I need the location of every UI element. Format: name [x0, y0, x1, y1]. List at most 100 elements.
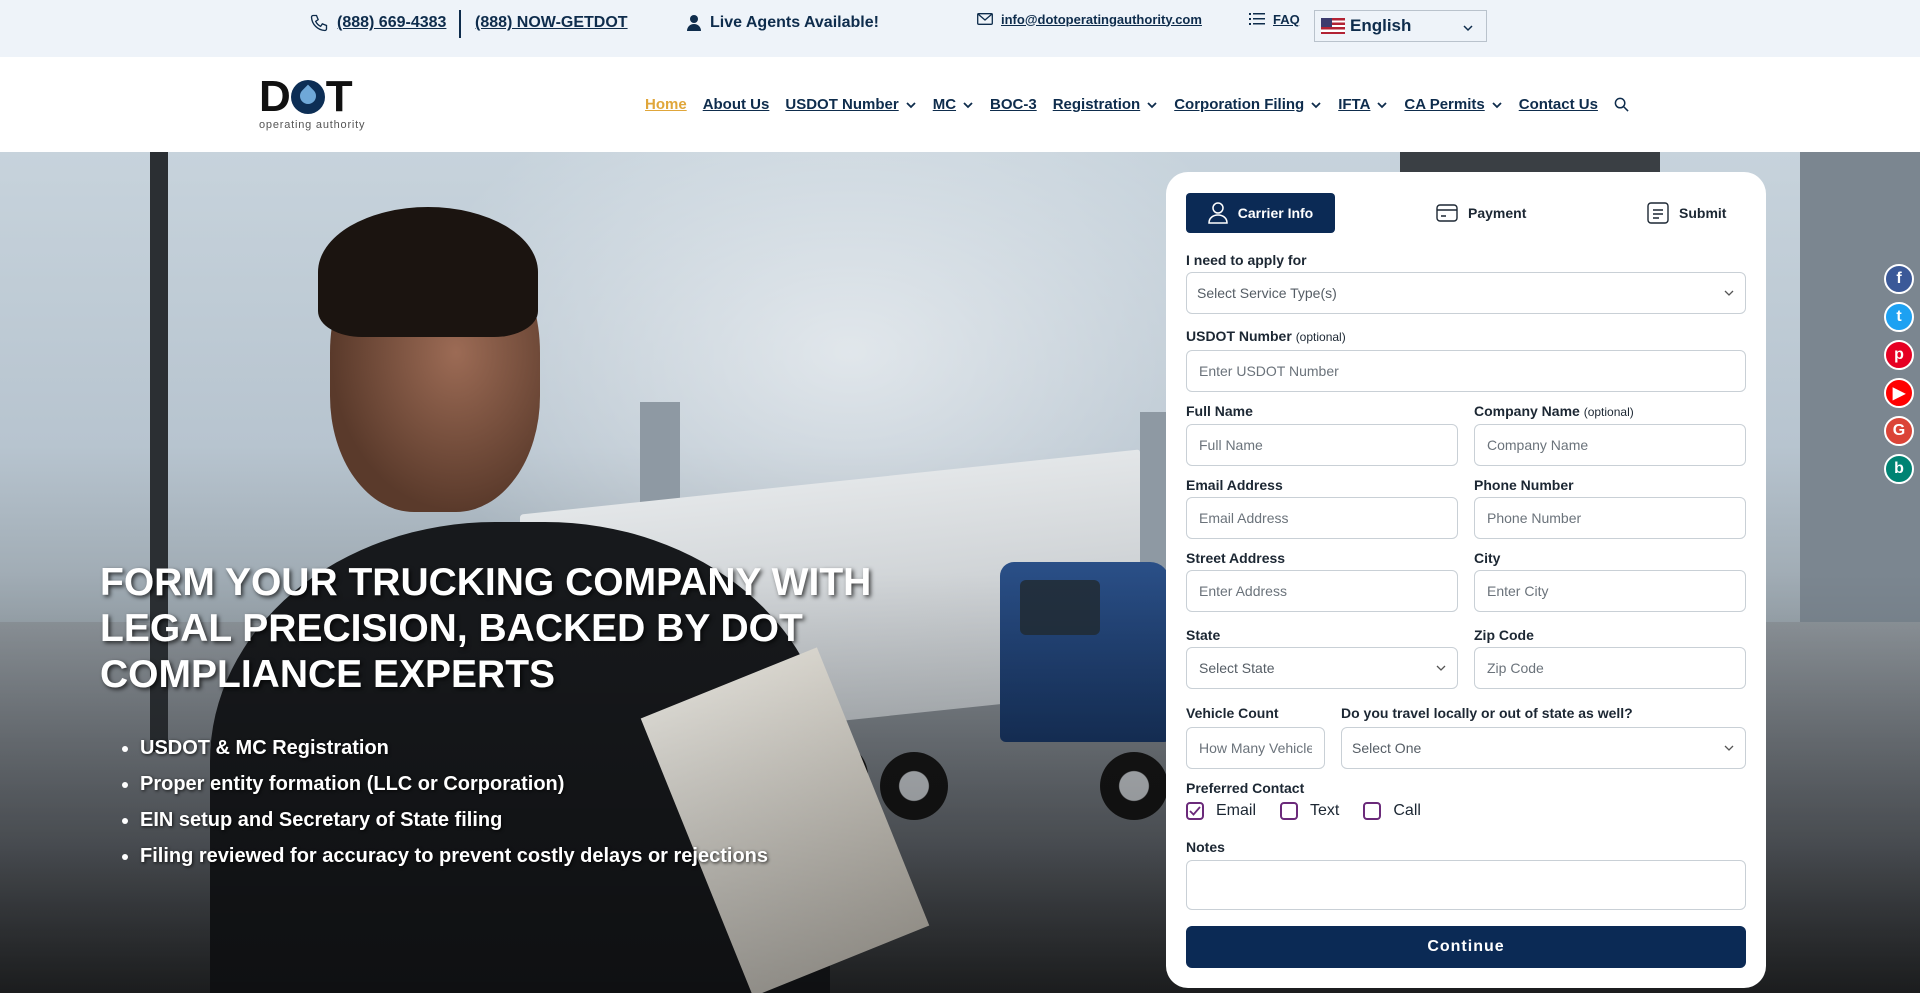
tab-carrier-label: Carrier Info: [1237, 205, 1314, 221]
person-icon: [686, 14, 702, 32]
faq[interactable]: FAQ: [1249, 0, 1300, 42]
phone-icon: [309, 13, 329, 33]
notes-label: Notes: [1186, 839, 1225, 855]
main-nav: Home About Us USDOT Number MC BOC-3 Regi…: [645, 57, 1645, 152]
hero-title: FORM YOUR TRUCKING COMPANY WITH LEGAL PR…: [100, 561, 872, 696]
hero-bullet: EIN setup and Secretary of State filing: [140, 802, 768, 838]
text-checkbox[interactable]: [1280, 802, 1299, 820]
nav-mc[interactable]: MC: [933, 96, 974, 113]
travel-select[interactable]: Select One: [1341, 727, 1746, 769]
faq-link[interactable]: FAQ: [1273, 12, 1300, 27]
nav-contact-label: Contact Us: [1518, 96, 1598, 113]
nav-registration[interactable]: Registration: [1053, 96, 1159, 113]
usdot-label-text: USDOT Number: [1186, 328, 1292, 344]
street-input[interactable]: [1186, 570, 1458, 612]
call-checkbox[interactable]: [1363, 802, 1382, 820]
nav-registration-label: Registration: [1052, 96, 1141, 113]
chevron-down-icon: [1491, 99, 1503, 111]
city-label: City: [1474, 550, 1501, 566]
tab-carrier-info[interactable]: Carrier Info: [1186, 193, 1335, 233]
zip-label: Zip Code: [1474, 627, 1534, 643]
full-name-input[interactable]: [1186, 424, 1458, 466]
nav-contact-us[interactable]: Contact Us: [1519, 96, 1598, 113]
top-bar: (888) 669-4383 (888) NOW-GETDOT Live Age…: [0, 0, 1920, 57]
tab-submit-label: Submit: [1679, 205, 1727, 221]
phone1-link[interactable]: (888) 669-4383: [337, 14, 446, 32]
chevron-down-icon: [1376, 99, 1388, 111]
pinterest-icon[interactable]: p: [1884, 340, 1914, 370]
company-name-input[interactable]: [1474, 424, 1746, 466]
email-input[interactable]: [1186, 497, 1458, 539]
form-steps: Carrier Info Payment Submit: [1186, 193, 1746, 233]
youtube-icon[interactable]: ▶: [1884, 378, 1914, 408]
chevron-down-icon: [1146, 99, 1158, 111]
phone-primary[interactable]: (888) 669-4383: [309, 0, 446, 46]
vehicle-count-input[interactable]: [1186, 727, 1325, 769]
chevron-down-icon: [1310, 99, 1322, 111]
application-form-card: Carrier Info Payment Submit I need to ap…: [1166, 172, 1766, 988]
preferred-contact-options: Email Text Call: [1186, 802, 1445, 820]
nav-about-us[interactable]: About Us: [703, 96, 770, 113]
nav-ifta-label: IFTA: [1338, 96, 1371, 113]
email-contact[interactable]: info@dotoperatingauthority.com: [977, 0, 1202, 42]
company-name-label: Company Name (optional): [1474, 403, 1634, 419]
language-label: English: [1350, 16, 1412, 35]
nav-boc3[interactable]: BOC-3: [990, 96, 1037, 113]
live-agents-text: Live Agents Available!: [710, 14, 879, 31]
chevron-down-icon: [962, 99, 974, 111]
phone-secondary[interactable]: (888) NOW-GETDOT: [475, 0, 628, 46]
language-select[interactable]: English: [1314, 10, 1487, 42]
nav-ca-permits-label: CA Permits: [1404, 96, 1485, 113]
chevron-down-icon: [905, 99, 917, 111]
facebook-icon[interactable]: f: [1884, 264, 1914, 294]
nav-ifta[interactable]: IFTA: [1338, 96, 1388, 113]
travel-label: Do you travel locally or out of state as…: [1341, 705, 1633, 721]
nav-ca-permits[interactable]: CA Permits: [1404, 96, 1502, 113]
service-type-select[interactable]: Select Service Type(s): [1186, 272, 1746, 314]
email-option-label: Email: [1216, 802, 1257, 819]
nav-home[interactable]: Home: [645, 96, 687, 113]
phone-divider: [459, 10, 461, 38]
hero-bullet: Proper entity formation (LLC or Corporat…: [140, 766, 768, 802]
email-link[interactable]: info@dotoperatingauthority.com: [1001, 12, 1202, 27]
state-placeholder: Select State: [1199, 660, 1275, 676]
logo-wordmark: D T: [259, 72, 371, 121]
city-input[interactable]: [1474, 570, 1746, 612]
street-label: Street Address: [1186, 550, 1286, 566]
nav-corporation-label: Corporation Filing: [1174, 96, 1305, 113]
tab-submit[interactable]: Submit: [1647, 193, 1726, 233]
phone2-link[interactable]: (888) NOW-GETDOT: [475, 14, 628, 32]
nav-boc3-label: BOC-3: [990, 96, 1037, 113]
optional-tag: (optional): [1295, 330, 1346, 344]
call-option-label: Call: [1393, 802, 1421, 819]
twitter-icon[interactable]: t: [1884, 302, 1914, 332]
tab-payment[interactable]: Payment: [1436, 193, 1526, 233]
state-select[interactable]: Select State: [1186, 647, 1458, 689]
bing-icon[interactable]: b: [1884, 454, 1914, 484]
envelope-icon: [977, 13, 993, 25]
nav-usdot-label: USDOT Number: [785, 96, 899, 113]
logo[interactable]: D T operating authority: [259, 72, 371, 132]
apply-for-label: I need to apply for: [1186, 252, 1307, 268]
email-checkbox[interactable]: [1186, 802, 1204, 820]
hero-bullet: USDOT & MC Registration: [140, 730, 768, 766]
chevron-down-icon: [1723, 287, 1735, 299]
phone-label: Phone Number: [1474, 477, 1574, 493]
usdot-input[interactable]: [1186, 350, 1746, 392]
logo-letter-t: T: [325, 72, 353, 121]
state-label: State: [1186, 627, 1221, 643]
social-links: f t p ▶ Gb: [1884, 264, 1914, 492]
chevron-down-icon: [1723, 742, 1735, 754]
nav-about-label: About Us: [702, 96, 770, 113]
phone-input[interactable]: [1474, 497, 1746, 539]
search-icon[interactable]: [1614, 97, 1629, 112]
zip-input[interactable]: [1474, 647, 1746, 689]
logo-letter-d: D: [259, 72, 291, 121]
google-icon[interactable]: G: [1884, 416, 1914, 446]
nav-usdot-number[interactable]: USDOT Number: [785, 96, 916, 113]
continue-button[interactable]: Continue: [1186, 926, 1746, 968]
usdot-label: USDOT Number (optional): [1186, 328, 1346, 344]
email-label: Email Address: [1186, 477, 1283, 493]
nav-corporation-filing[interactable]: Corporation Filing: [1174, 96, 1322, 113]
notes-textarea[interactable]: [1186, 860, 1746, 910]
